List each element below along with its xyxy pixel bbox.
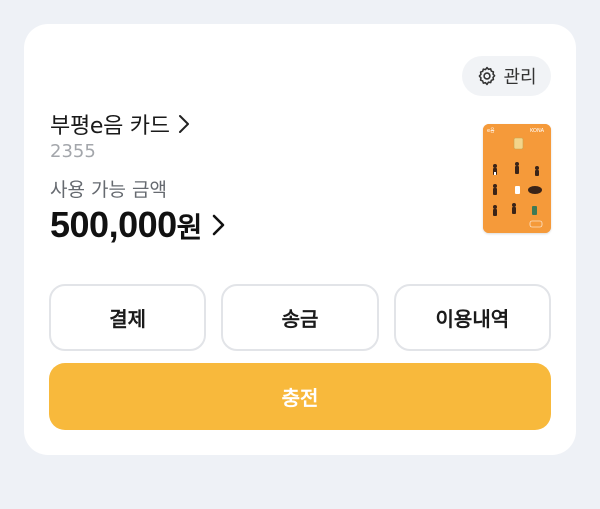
chevron-right-icon	[212, 214, 225, 236]
action-buttons: 결제 송금 이용내역	[49, 284, 551, 351]
card-image[interactable]: e음 KONA	[483, 124, 551, 233]
balance-link[interactable]: 500,000원	[50, 204, 225, 246]
gear-icon	[476, 65, 498, 87]
balance-amount: 500,000원	[50, 204, 203, 245]
balance-label: 사용 가능 금액	[50, 179, 167, 201]
card-brand-left: e음	[487, 128, 495, 134]
charge-button[interactable]: 충전	[49, 363, 551, 430]
card-number: 2355	[50, 141, 96, 162]
balance-unit: 원	[176, 212, 203, 243]
card-chip	[513, 137, 524, 150]
card-panel: 관리 부평e음 카드 2355 사용 가능 금액 500,000원 e음 KON…	[24, 24, 576, 455]
pay-button[interactable]: 결제	[49, 284, 207, 351]
manage-label: 관리	[503, 67, 537, 88]
card-title: 부평e음 카드	[50, 114, 170, 139]
history-button[interactable]: 이용내역	[393, 284, 551, 351]
manage-button[interactable]: 관리	[462, 56, 551, 96]
card-brand-right: KONA	[530, 128, 545, 134]
card-title-link[interactable]: 부평e음 카드	[50, 108, 190, 140]
transfer-button[interactable]: 송금	[221, 284, 379, 351]
chevron-right-icon	[178, 114, 190, 134]
